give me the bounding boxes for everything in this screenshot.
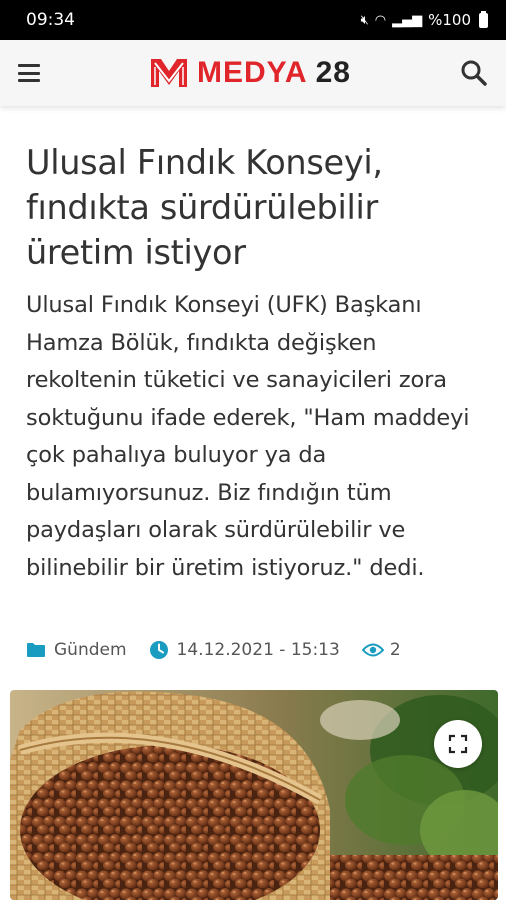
- logo-brand-text: MEDYA: [197, 56, 308, 89]
- search-icon[interactable]: [460, 59, 488, 87]
- article: Ulusal Fındık Konseyi, fındıkta sürdürül…: [26, 140, 486, 587]
- app-header: MEDYA 28: [0, 40, 506, 106]
- status-bar: 09:34 🔇︎ ◠ ▂▄▆ %100: [0, 0, 506, 40]
- logo-mark-icon: [149, 57, 189, 89]
- eye-icon: [361, 642, 384, 658]
- datetime-label: 14.12.2021 - 15:13: [176, 640, 340, 660]
- battery-icon: [479, 10, 488, 28]
- status-icons: 🔇︎ ◠ ▂▄▆ %100: [360, 10, 488, 29]
- logo-number-text: 28: [315, 56, 351, 89]
- mute-icon: 🔇︎: [360, 12, 369, 28]
- view-count: 2: [361, 640, 401, 660]
- site-logo[interactable]: MEDYA 28: [149, 56, 351, 90]
- wifi-icon: ◠: [374, 12, 387, 28]
- signal-icon: ▂▄▆: [392, 12, 423, 28]
- category-label: Gündem: [54, 640, 127, 660]
- hamburger-menu-icon[interactable]: [18, 64, 40, 82]
- status-time: 09:34: [26, 10, 75, 30]
- publish-datetime: 14.12.2021 - 15:13: [149, 640, 340, 660]
- article-title: Ulusal Fındık Konseyi, fındıkta sürdürül…: [26, 143, 383, 272]
- view-count-label: 2: [389, 640, 401, 660]
- fullscreen-expand-icon[interactable]: [434, 720, 482, 768]
- article-summary: Ulusal Fındık Konseyi (UFK) Başkanı Hamz…: [26, 292, 470, 581]
- article-meta: Gündem 14.12.2021 - 15:13 2: [26, 640, 401, 660]
- category-link[interactable]: Gündem: [26, 640, 127, 660]
- folder-icon: [26, 642, 46, 658]
- article-image[interactable]: [10, 690, 498, 900]
- clock-icon: [149, 640, 169, 660]
- battery-percent: %100: [428, 11, 471, 29]
